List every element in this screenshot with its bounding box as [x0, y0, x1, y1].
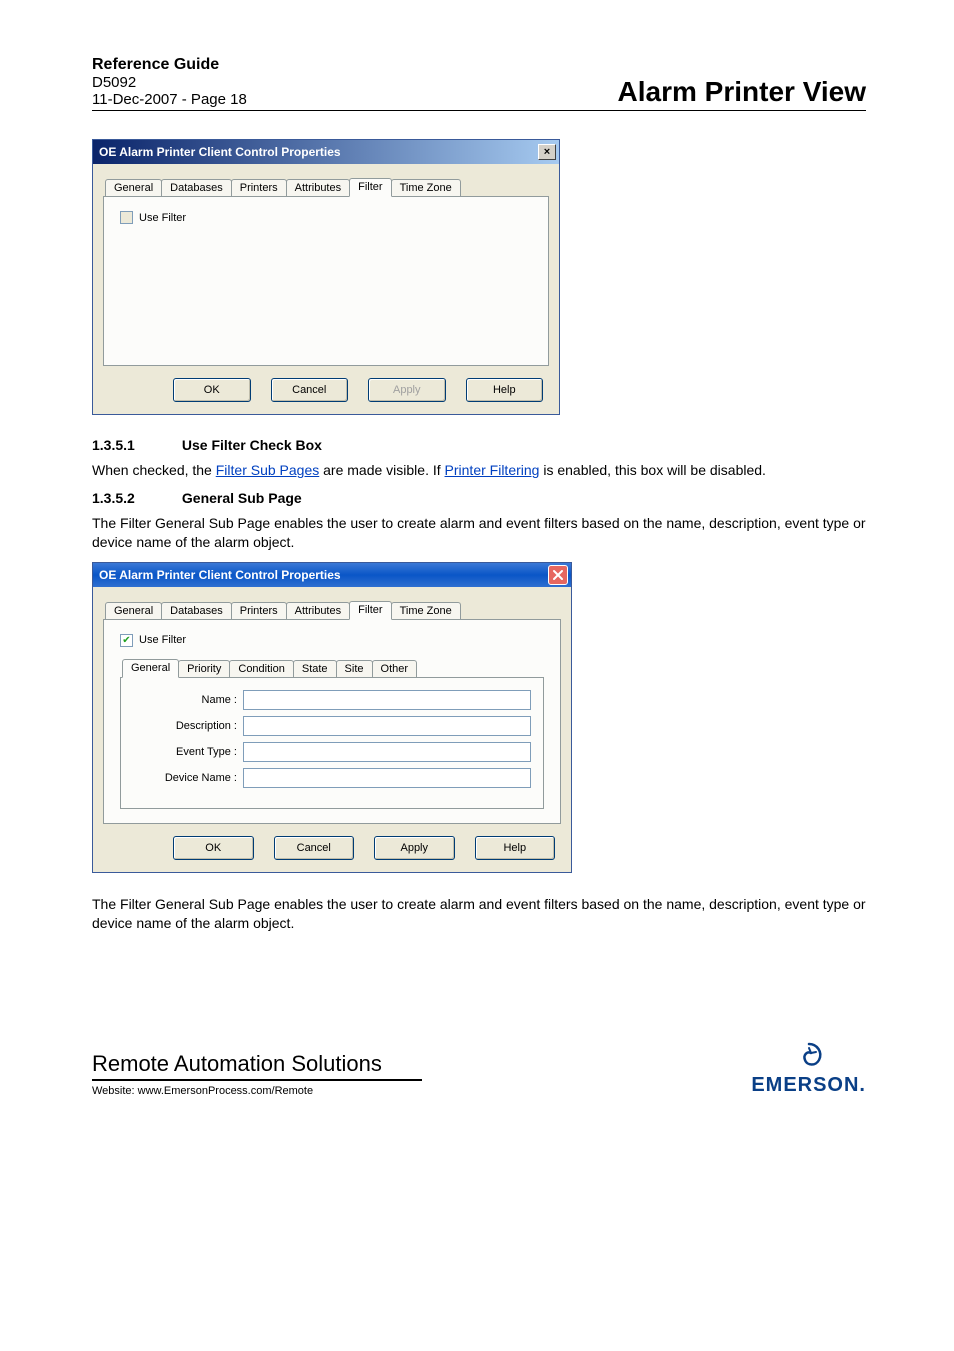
- ok-button[interactable]: OK: [173, 836, 254, 860]
- close-icon[interactable]: [548, 565, 568, 585]
- event-type-field[interactable]: [243, 742, 531, 762]
- tab-databases[interactable]: Databases: [161, 602, 232, 619]
- use-filter-label: Use Filter: [139, 212, 186, 224]
- subtab-condition[interactable]: Condition: [229, 660, 293, 677]
- general-sub-panel: Name : Description : Event Type : D: [120, 677, 544, 809]
- tab-strip: General Databases Printers Attributes Fi…: [105, 597, 561, 619]
- description-label: Description :: [133, 720, 243, 732]
- emerson-brand-text: EMERSON.: [751, 1074, 866, 1097]
- event-type-label: Event Type :: [133, 746, 243, 758]
- cancel-button[interactable]: Cancel: [271, 378, 349, 402]
- titlebar: OE Alarm Printer Client Control Properti…: [93, 140, 559, 164]
- text: are made visible. If: [319, 462, 444, 478]
- emerson-logo: EMERSON.: [751, 1042, 866, 1097]
- name-label: Name :: [133, 694, 243, 706]
- dialog-title: OE Alarm Printer Client Control Properti…: [99, 145, 341, 159]
- subtab-other[interactable]: Other: [372, 660, 418, 677]
- tab-attributes[interactable]: Attributes: [286, 602, 350, 619]
- section-number: 1.3.5.2: [92, 490, 178, 506]
- section-title: General Sub Page: [182, 490, 302, 506]
- date-page: 11-Dec-2007 - Page 18: [92, 91, 247, 108]
- emerson-swirl-icon: [789, 1042, 829, 1074]
- section-heading-2: 1.3.5.2 General Sub Page: [92, 490, 866, 506]
- subtab-general[interactable]: General: [122, 659, 179, 678]
- tab-filter[interactable]: Filter: [349, 178, 391, 197]
- tab-attributes[interactable]: Attributes: [286, 179, 350, 196]
- device-name-field[interactable]: [243, 768, 531, 788]
- ref-guide-label: Reference Guide: [92, 56, 247, 74]
- page-title: Alarm Printer View: [618, 76, 866, 108]
- dialog-properties-2: OE Alarm Printer Client Control Properti…: [92, 562, 572, 873]
- trailing-paragraph: The Filter General Sub Page enables the …: [92, 895, 866, 933]
- tab-printers[interactable]: Printers: [231, 602, 287, 619]
- link-printer-filtering[interactable]: Printer Filtering: [445, 462, 540, 478]
- subtab-state[interactable]: State: [293, 660, 337, 677]
- help-button[interactable]: Help: [475, 836, 556, 860]
- text: When checked, the: [92, 462, 216, 478]
- use-filter-checkbox[interactable]: [120, 211, 133, 224]
- use-filter-checkbox[interactable]: ✔: [120, 634, 133, 647]
- tab-general[interactable]: General: [105, 602, 162, 619]
- apply-button[interactable]: Apply: [368, 378, 446, 402]
- page-header: Reference Guide D5092 11-Dec-2007 - Page…: [92, 56, 866, 111]
- tab-databases[interactable]: Databases: [161, 179, 232, 196]
- text: is enabled, this box will be disabled.: [539, 462, 765, 478]
- section-number: 1.3.5.1: [92, 437, 178, 453]
- section2-body: The Filter General Sub Page enables the …: [92, 514, 866, 552]
- tab-general[interactable]: General: [105, 179, 162, 196]
- help-button[interactable]: Help: [466, 378, 544, 402]
- filter-panel: ✔ Use Filter General Priority Condition …: [103, 619, 561, 824]
- link-filter-sub-pages[interactable]: Filter Sub Pages: [216, 462, 320, 478]
- section-title: Use Filter Check Box: [182, 437, 322, 453]
- filter-panel: Use Filter: [103, 196, 549, 366]
- use-filter-label: Use Filter: [139, 634, 186, 646]
- close-icon[interactable]: ×: [538, 144, 556, 160]
- subtab-strip: General Priority Condition State Site Ot…: [122, 655, 544, 677]
- cancel-button[interactable]: Cancel: [274, 836, 355, 860]
- section1-body: When checked, the Filter Sub Pages are m…: [92, 461, 866, 480]
- page-footer: Remote Automation Solutions Website: www…: [92, 1042, 866, 1097]
- device-name-label: Device Name :: [133, 772, 243, 784]
- tab-strip: General Databases Printers Attributes Fi…: [105, 174, 549, 196]
- titlebar: OE Alarm Printer Client Control Properti…: [93, 563, 571, 587]
- apply-button[interactable]: Apply: [374, 836, 455, 860]
- name-field[interactable]: [243, 690, 531, 710]
- footer-rule: [92, 1079, 422, 1081]
- tab-printers[interactable]: Printers: [231, 179, 287, 196]
- dialog-properties-1: OE Alarm Printer Client Control Properti…: [92, 139, 560, 415]
- doc-id: D5092: [92, 74, 247, 91]
- subtab-priority[interactable]: Priority: [178, 660, 230, 677]
- ras-title: Remote Automation Solutions: [92, 1051, 422, 1077]
- tab-timezone[interactable]: Time Zone: [391, 179, 461, 196]
- dialog-title: OE Alarm Printer Client Control Properti…: [99, 568, 341, 582]
- tab-timezone[interactable]: Time Zone: [391, 602, 461, 619]
- section-heading-1: 1.3.5.1 Use Filter Check Box: [92, 437, 866, 453]
- description-field[interactable]: [243, 716, 531, 736]
- tab-filter[interactable]: Filter: [349, 601, 391, 620]
- subtab-site[interactable]: Site: [336, 660, 373, 677]
- ok-button[interactable]: OK: [173, 378, 251, 402]
- website-line: Website: www.EmersonProcess.com/Remote: [92, 1085, 422, 1097]
